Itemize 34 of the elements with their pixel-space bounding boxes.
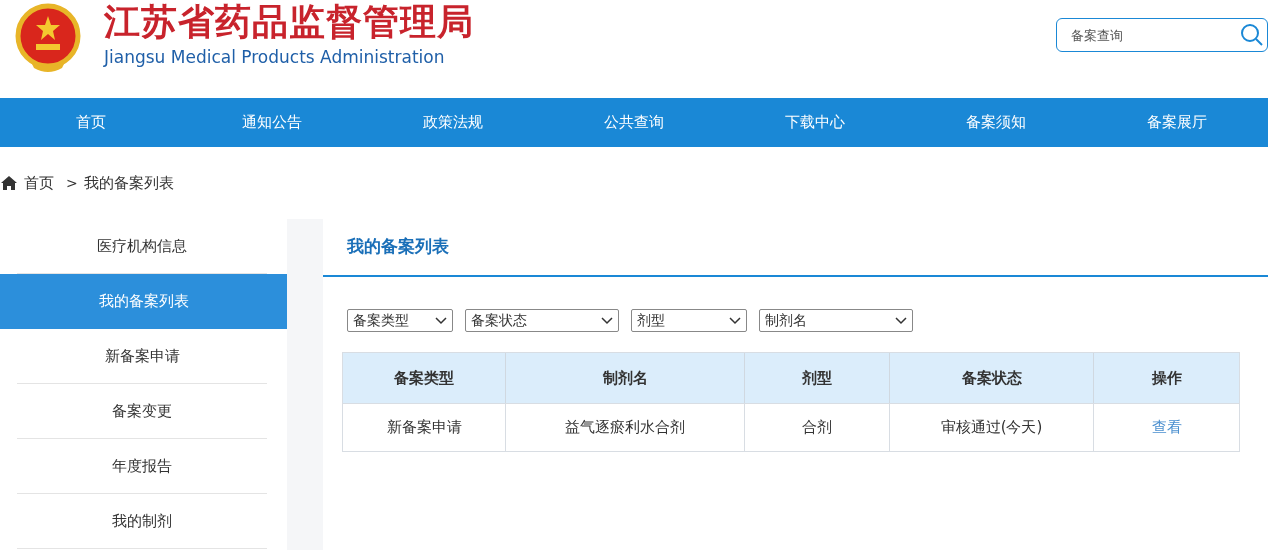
nav-link[interactable]: 通知公告	[181, 98, 363, 147]
site-subtitle: Jiangsu Medical Products Administration	[104, 46, 446, 68]
table-cell: 审核通过(今天)	[890, 404, 1094, 451]
column-header: 剂型	[745, 353, 890, 403]
chevron-down-icon	[601, 316, 613, 325]
nav-link[interactable]: 备案展厅	[1086, 98, 1268, 147]
site-title: 江苏省药品监督管理局	[104, 0, 474, 44]
breadcrumb-link[interactable]: 首页	[24, 171, 54, 195]
search-field[interactable]: 备案查询	[1056, 18, 1268, 52]
column-header: 操作	[1150, 367, 1183, 389]
table-cell: 合剂	[745, 404, 890, 451]
column-header: 备案状态	[890, 353, 1094, 403]
chevron-down-icon	[895, 316, 907, 325]
filter-select[interactable]: 备案状态	[465, 309, 619, 332]
search-icon[interactable]	[1240, 23, 1264, 47]
panel-title: 我的备案列表	[347, 235, 449, 259]
filter-select[interactable]: 制剂名	[759, 309, 913, 332]
filter-select[interactable]: 剂型	[631, 309, 747, 332]
breadcrumb-current: 我的备案列表	[83, 172, 174, 194]
home-icon	[0, 175, 18, 191]
breadcrumb-separator: >	[66, 173, 78, 193]
view-link[interactable]: 查看	[1151, 416, 1182, 439]
chevron-down-icon	[435, 316, 447, 325]
nav-link[interactable]: 备案须知	[905, 98, 1087, 147]
column-header: 备案类型	[343, 353, 506, 403]
nav-link[interactable]: 政策法规	[362, 98, 544, 147]
chevron-down-icon	[729, 316, 741, 325]
nav-link[interactable]: 首页	[0, 98, 182, 147]
nav-link[interactable]: 公共查询	[543, 98, 725, 147]
table-cell: 新备案申请	[343, 404, 506, 451]
filter-select[interactable]: 备案类型	[347, 309, 453, 332]
nav-link[interactable]: 下载中心	[724, 98, 906, 147]
column-header: 制剂名	[506, 353, 745, 403]
table-cell: 益气逐瘀利水合剂	[506, 404, 745, 451]
